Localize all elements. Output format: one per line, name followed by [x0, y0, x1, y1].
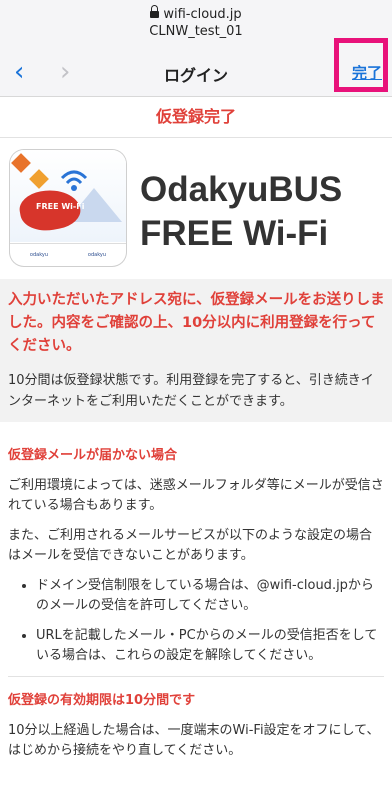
bullet-list: ドメイン受信制限をしている場合は、@wifi-cloud.jpからのメールの受信… — [8, 576, 384, 666]
odakyu-bus-wifi-logo: FREE Wi-Fi odakyu odakyu — [10, 150, 126, 266]
help-section: 仮登録メールが届かない場合 ご利用環境によっては、迷惑メールフォルダ等にメールが… — [0, 446, 392, 761]
logo-footer-right: odakyu — [87, 252, 107, 258]
section-paragraph: ご利用環境によっては、迷惑メールフォルダ等にメールが受信されている場合もあります… — [8, 478, 384, 513]
logo-text: FREE Wi-Fi — [36, 202, 85, 211]
brand-name: OdakyuBUS FREE Wi-Fi — [140, 170, 343, 253]
section-paragraph: 10分以上経過した場合は、一度端末のWi-Fi設定をオフにして、はじめから接続を… — [8, 723, 380, 758]
section-paragraph: また、ご利用されるメールサービスが以下のような設定の場合はメールを受信できないこ… — [8, 528, 373, 563]
hero-section: FREE Wi-Fi odakyu odakyu OdakyuBUS FREE … — [0, 138, 392, 266]
section-heading: 仮登録の有効期限は10分間です — [8, 693, 196, 708]
notice-red-text: 入力いただいたアドレス宛に、仮登録メールをお送りしました。内容をご確認の上、10… — [8, 292, 385, 354]
notice-gray-text: 10分間は仮登録状態です。利用登録を完了すると、引き続きインターネットをご利用い… — [8, 373, 374, 409]
wifi-icon — [60, 170, 88, 191]
done-button[interactable]: 完了 — [352, 62, 382, 83]
url-domain: wifi-cloud.jp — [163, 7, 242, 22]
logo-footer-left: odakyu — [29, 252, 49, 258]
section-heading: 仮登録メールが届かない場合 — [8, 448, 178, 463]
notice-box: 入力いただいたアドレス宛に、仮登録メールをお送りしました。内容をご確認の上、10… — [0, 279, 392, 422]
navigation-bar: ‹ › ログイン 完了 — [0, 38, 392, 97]
list-item: URLを記載したメール・PCからのメールの受信拒否をしている場合は、これらの設定… — [36, 626, 384, 666]
list-item: ドメイン受信制限をしている場合は、@wifi-cloud.jpからのメールの受信… — [36, 576, 384, 616]
lock-icon — [150, 5, 160, 19]
page-title: 仮登録完了 — [0, 97, 392, 138]
divider — [8, 676, 384, 677]
